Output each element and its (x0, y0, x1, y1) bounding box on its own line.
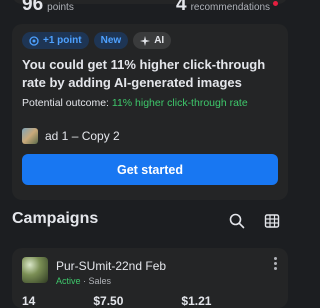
points-badge: +1 point (22, 32, 89, 49)
ad-reference[interactable]: ad 1 – Copy 2 (22, 128, 120, 144)
campaign-name: Pur-SUmit-22nd Feb (56, 259, 167, 273)
more-options-icon[interactable] (274, 257, 278, 271)
points-badge-label: +1 point (43, 35, 82, 46)
get-started-button[interactable]: Get started (22, 154, 278, 185)
potential-outcome: Potential outcome: 11% higher click-thro… (22, 97, 248, 109)
ad-name: ad 1 – Copy 2 (45, 129, 120, 143)
outcome-value: 11% higher click-through rate (111, 97, 248, 109)
campaign-status-active: Active (56, 276, 81, 286)
ai-badge-label: AI (154, 35, 165, 46)
metric-cpr: $1.21 (181, 294, 212, 308)
campaign-metrics: 14 $7.50 $1.21 (22, 294, 211, 308)
recommendation-badges: +1 point New AI (22, 32, 172, 49)
notification-dot (273, 1, 278, 6)
recommendation-headline: You could get 11% higher click-through r… (22, 57, 266, 90)
ad-thumbnail (22, 128, 38, 144)
metric-results: 14 (22, 294, 36, 308)
ai-badge: AI (133, 32, 172, 49)
target-icon (29, 35, 39, 46)
campaigns-title: Campaigns (12, 210, 99, 227)
campaign-card[interactable]: Pur-SUmit-22nd Feb Active · Sales 14 $7.… (12, 248, 288, 308)
table-view-icon[interactable] (264, 213, 280, 229)
metric-cost: $7.50 (93, 294, 124, 308)
recommendation-card[interactable]: +1 point New AI You could get 11% higher… (12, 24, 288, 200)
search-icon[interactable] (229, 213, 245, 229)
campaign-objective: Sales (88, 276, 112, 286)
new-badge-label: New (100, 35, 122, 46)
points-stat: 96 points (22, 0, 74, 15)
campaign-thumbnail (22, 257, 48, 283)
recommendations-stat: 4 recommendations (176, 0, 271, 15)
campaign-status: Active · Sales (56, 276, 112, 286)
outcome-label: Potential outcome: (22, 97, 109, 109)
sparkle-icon (140, 35, 151, 46)
new-badge: New (93, 32, 129, 49)
